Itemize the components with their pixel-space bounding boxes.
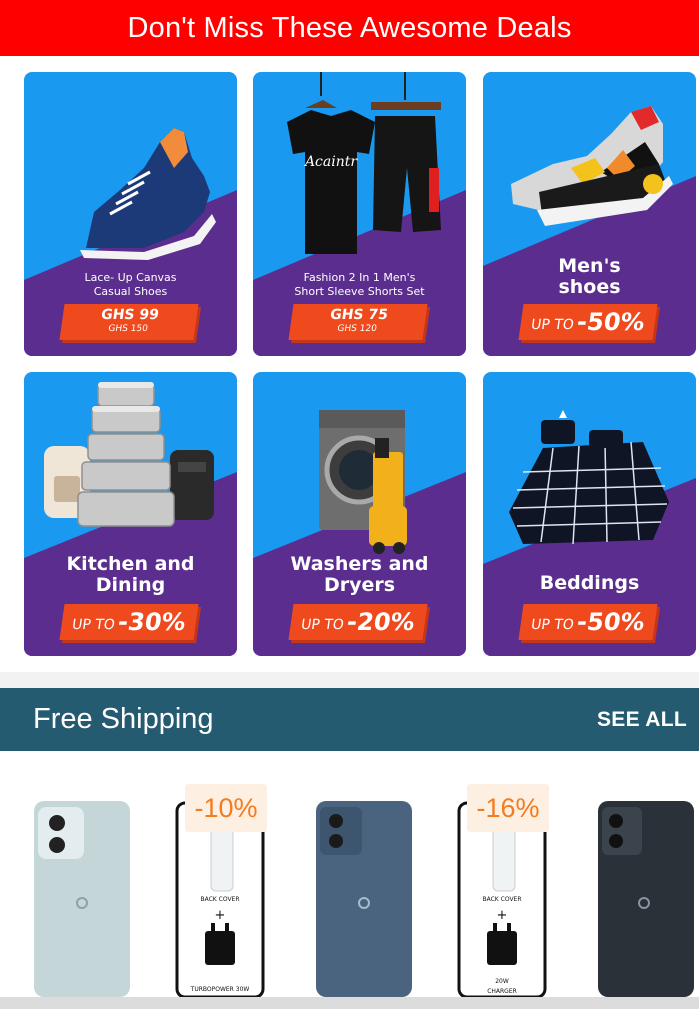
discount-value: -50% bbox=[575, 308, 647, 336]
deals-banner-title: Don't Miss These Awesome Deals bbox=[0, 0, 699, 56]
upto-label: UP TO bbox=[529, 616, 575, 633]
deal-card-mens-shoes[interactable]: Men's shoes UP TO -50% bbox=[483, 72, 696, 356]
svg-text:Acaintr: Acaintr bbox=[303, 154, 358, 170]
deal-old-price: GHS 120 bbox=[336, 324, 378, 334]
deals-title-text: Don't Miss These Awesome Deals bbox=[127, 11, 572, 44]
discount-badge: -16% bbox=[467, 784, 549, 832]
discount-tag: UP TO -50% bbox=[518, 304, 658, 340]
deal-card-washers-dryers[interactable]: Washers and Dryers UP TO -20% bbox=[253, 372, 466, 656]
deal-card-canvas-shoes[interactable]: Lace- Up Canvas Casual Shoes GHS 99 GHS … bbox=[24, 72, 237, 356]
bundle-line-2: 20W bbox=[495, 978, 509, 985]
svg-text:+: + bbox=[497, 908, 508, 923]
svg-text:+: + bbox=[215, 908, 226, 923]
running-shoe-icon bbox=[511, 106, 673, 226]
discount-value: -50% bbox=[575, 608, 647, 636]
discount-value: -20% bbox=[345, 608, 417, 636]
deal-price: GHS 75 bbox=[329, 307, 389, 323]
upto-label: UP TO bbox=[529, 316, 575, 333]
phone-icon bbox=[598, 801, 694, 997]
bundle-line-1: BACK COVER bbox=[482, 896, 521, 903]
deal-card-shorts-set[interactable]: Acaintr Fashion 2 In 1 Men's Short Sleev… bbox=[253, 72, 466, 356]
phone-icon bbox=[316, 801, 412, 997]
deals-grid: Lace- Up Canvas Casual Shoes GHS 99 GHS … bbox=[0, 56, 699, 672]
see-all-link[interactable]: SEE ALL bbox=[597, 708, 687, 732]
discount-tag: UP TO -20% bbox=[288, 604, 428, 640]
product-card[interactable]: BACK COVER + TURBOPOWER 30W -10% bbox=[155, 751, 295, 997]
discount-tag: UP TO -30% bbox=[59, 604, 199, 640]
bundle-line-2: TURBOPOWER 30W bbox=[190, 986, 250, 993]
deal-card-beddings[interactable]: Beddings UP TO -50% bbox=[483, 372, 696, 656]
deal-title: Washers and Dryers bbox=[290, 553, 429, 596]
discount-tag: UP TO -50% bbox=[518, 604, 658, 640]
cookware-icon bbox=[44, 382, 214, 527]
deal-title: Fashion 2 In 1 Men's Short Sleeve Shorts… bbox=[294, 271, 425, 298]
bottom-scroll-bar bbox=[0, 997, 699, 1009]
deal-price: GHS 99 bbox=[100, 307, 160, 323]
product-card[interactable] bbox=[578, 751, 699, 997]
tshirt-shorts-icon: Acaintr bbox=[287, 72, 441, 254]
free-shipping-title: Free Shipping bbox=[33, 703, 214, 735]
upto-label: UP TO bbox=[299, 616, 345, 633]
product-card[interactable] bbox=[296, 751, 436, 997]
deal-title: Kitchen and Dining bbox=[66, 553, 195, 596]
deal-card-kitchen-dining[interactable]: Kitchen and Dining UP TO -30% bbox=[24, 372, 237, 656]
deal-old-price: GHS 150 bbox=[107, 324, 149, 334]
product-card[interactable] bbox=[14, 751, 154, 997]
bundle-line-1: BACK COVER bbox=[200, 896, 239, 903]
deal-title: Men's shoes bbox=[558, 255, 621, 298]
phone-icon bbox=[34, 801, 130, 997]
price-tag: GHS 99 GHS 150 bbox=[59, 304, 199, 340]
free-shipping-header: Free Shipping SEE ALL bbox=[0, 688, 699, 751]
upto-label: UP TO bbox=[70, 616, 116, 633]
sneaker-icon bbox=[80, 128, 216, 260]
price-tag: GHS 75 GHS 120 bbox=[288, 304, 428, 340]
bed-icon bbox=[509, 410, 669, 545]
free-shipping-products: BACK COVER + TURBOPOWER 30W -10% BACK CO… bbox=[0, 751, 699, 997]
washing-machine-icon bbox=[319, 410, 407, 554]
deal-title: Beddings bbox=[539, 572, 640, 594]
discount-value: -30% bbox=[116, 608, 188, 636]
deal-title: Lace- Up Canvas Casual Shoes bbox=[84, 271, 177, 298]
product-card[interactable]: BACK COVER + 20W CHARGER -16% bbox=[437, 751, 577, 997]
section-divider bbox=[0, 672, 699, 688]
discount-badge: -10% bbox=[185, 784, 267, 832]
bundle-line-3: CHARGER bbox=[487, 988, 517, 995]
